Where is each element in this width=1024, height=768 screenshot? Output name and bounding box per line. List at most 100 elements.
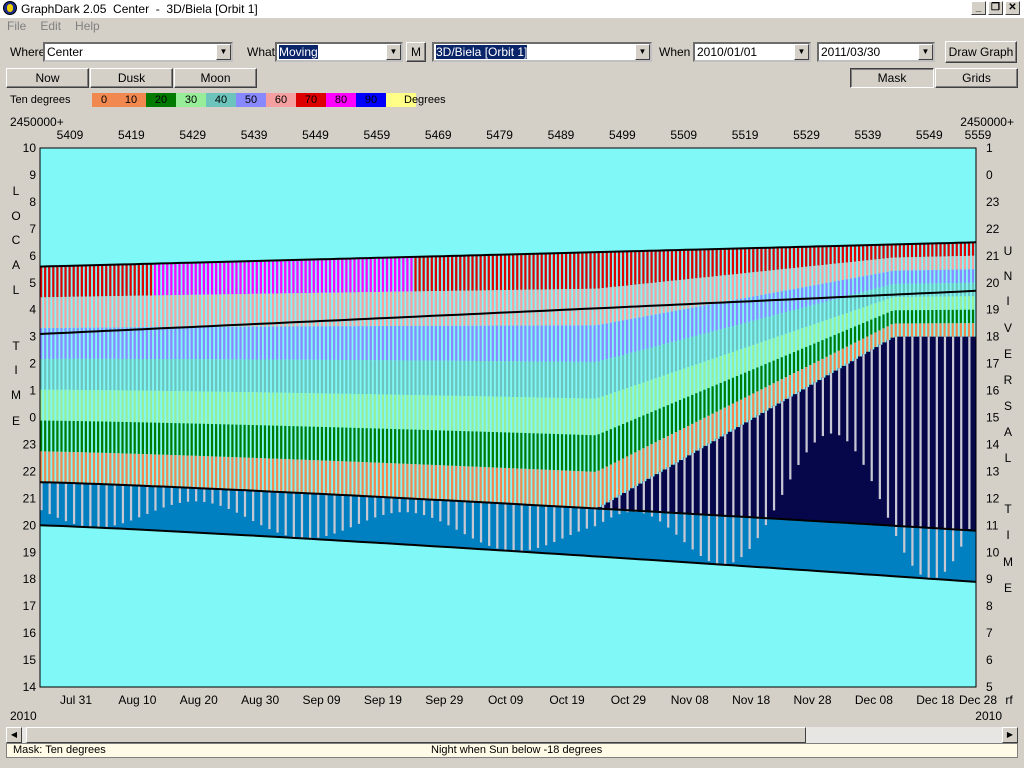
chart-cell xyxy=(756,295,759,320)
chart-cell xyxy=(483,431,486,468)
left-tick-label: 1 xyxy=(29,384,36,398)
chart-cell xyxy=(60,389,63,421)
where-select[interactable]: Center ▼ xyxy=(43,42,233,62)
chart-cell xyxy=(630,251,633,286)
chart-cell xyxy=(882,286,885,301)
end-date-select[interactable]: 2011/03/30 ▼ xyxy=(817,42,935,62)
chart-cell xyxy=(544,253,547,290)
chart-cell xyxy=(84,421,88,453)
chart-cell xyxy=(414,325,417,361)
moon-button[interactable]: Moon xyxy=(174,68,257,88)
chart-cell xyxy=(699,249,702,278)
chevron-down-icon[interactable]: ▼ xyxy=(216,44,231,60)
chart-cell xyxy=(288,359,291,393)
chart-cell xyxy=(601,324,604,361)
draw-graph-button[interactable]: Draw Graph xyxy=(945,41,1017,63)
chart-cell xyxy=(174,455,177,488)
chart-cell xyxy=(564,470,568,507)
chart-cell xyxy=(556,506,562,555)
chart-cell xyxy=(914,296,918,311)
chart-cell xyxy=(398,326,401,361)
chart-cell xyxy=(76,296,79,328)
chart-cell xyxy=(967,242,971,256)
chart-cell xyxy=(752,517,757,567)
chart-cell xyxy=(499,432,503,468)
chart-cell xyxy=(357,326,360,361)
chart-cell xyxy=(768,316,771,340)
chart-cell xyxy=(96,265,100,297)
bottom-tick-label: Sep 19 xyxy=(364,693,402,707)
chart-cell xyxy=(707,415,710,444)
menu-help[interactable]: Help xyxy=(68,18,107,36)
chart-cell xyxy=(923,256,926,271)
chart-cell xyxy=(687,249,690,280)
chart-cell xyxy=(914,283,918,297)
chevron-down-icon[interactable]: ▼ xyxy=(794,44,809,60)
dusk-button[interactable]: Dusk xyxy=(90,68,173,88)
chart-cell xyxy=(890,271,893,285)
chart-cell xyxy=(439,500,442,522)
chart-cell xyxy=(687,367,690,397)
chevron-down-icon[interactable]: ▼ xyxy=(635,44,650,60)
grids-button[interactable]: Grids xyxy=(935,68,1018,88)
chart-cell xyxy=(64,358,67,390)
chart-cell xyxy=(727,405,730,432)
chart-cell xyxy=(475,466,478,502)
restore-button[interactable]: ❐ xyxy=(988,1,1003,15)
chart-cell xyxy=(459,360,462,396)
chart-cell xyxy=(320,326,324,360)
chart-cell xyxy=(280,458,283,492)
chevron-down-icon[interactable]: ▼ xyxy=(918,44,933,60)
left-tick-label: 4 xyxy=(29,303,36,317)
mask-button[interactable]: Mask xyxy=(850,68,934,88)
menu-edit[interactable]: Edit xyxy=(33,18,68,36)
title-bar: GraphDark 2.05 Center - 3D/Biela [Orbit … xyxy=(0,0,1024,18)
chart-cell xyxy=(113,453,116,485)
chart-cell xyxy=(276,491,279,533)
scroll-thumb[interactable] xyxy=(26,727,806,743)
start-date-select[interactable]: 2010/01/01 ▼ xyxy=(693,42,811,62)
now-button[interactable]: Now xyxy=(6,68,89,88)
chart-cell xyxy=(402,394,405,430)
chart-cell xyxy=(153,359,157,391)
chart-cell xyxy=(251,326,254,360)
chart-cell xyxy=(630,318,633,353)
chart-cell xyxy=(837,245,840,264)
chart-cell xyxy=(906,270,910,284)
chart-cell xyxy=(219,489,222,506)
chart-cell xyxy=(829,372,833,434)
chart-cell xyxy=(756,271,759,296)
chart-cell xyxy=(92,358,96,391)
chevron-down-icon[interactable]: ▼ xyxy=(386,44,401,60)
chart-cell xyxy=(789,396,792,480)
m-button[interactable]: M xyxy=(406,42,426,62)
scroll-right-icon[interactable]: ▶ xyxy=(1002,727,1018,743)
what-select[interactable]: Moving ▼ xyxy=(275,42,403,62)
menu-file[interactable]: File xyxy=(0,18,33,36)
chart-cell xyxy=(601,396,604,433)
close-button[interactable]: ✕ xyxy=(1005,1,1020,15)
chart-cell xyxy=(214,326,218,360)
chart-cell xyxy=(829,522,834,573)
chart-cell xyxy=(271,392,275,426)
chart-cell xyxy=(602,504,605,522)
object-select[interactable]: 3D/Biela [Orbit 1] ▼ xyxy=(432,42,652,62)
chart-cell xyxy=(939,528,944,580)
horizontal-scrollbar[interactable]: ◀ ▶ xyxy=(6,727,1018,743)
chart-cell xyxy=(251,293,254,327)
chart-cell xyxy=(113,296,116,328)
chart-cell xyxy=(467,290,470,326)
chart-cell xyxy=(296,426,299,460)
chart-cell xyxy=(711,386,714,414)
chart-cell xyxy=(715,384,718,412)
chart-cell xyxy=(870,334,873,350)
chart-cell xyxy=(402,360,405,395)
minimize-button[interactable]: _ xyxy=(971,1,986,15)
chart-cell xyxy=(459,430,462,467)
chart-cell xyxy=(353,292,356,327)
scroll-left-icon[interactable]: ◀ xyxy=(6,727,22,743)
top-tick-label: 5519 xyxy=(732,128,759,142)
chart-cell xyxy=(231,326,234,360)
chart-cell xyxy=(914,323,918,337)
chart-cell xyxy=(178,391,181,424)
